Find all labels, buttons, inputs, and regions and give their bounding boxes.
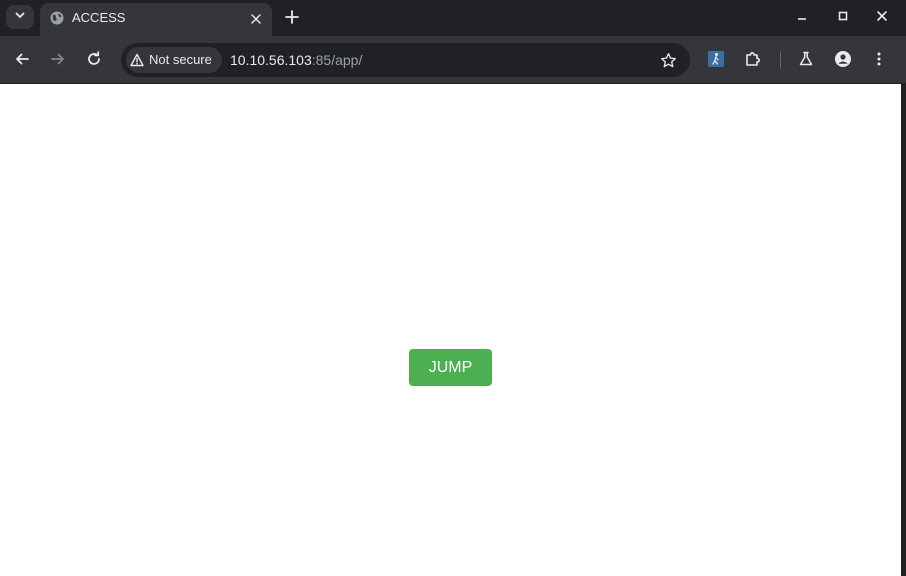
tab-title: ACCESS [72,10,126,25]
toolbar-divider [780,52,781,68]
forward-button[interactable] [46,47,70,71]
flask-icon [799,51,813,66]
tab-close-button[interactable] [246,9,266,29]
security-chip[interactable]: Not secure [126,47,222,73]
reload-button[interactable] [82,47,106,71]
close-icon [877,11,887,21]
person-icon [835,51,851,67]
minimize-button[interactable] [789,4,815,28]
page-viewport: JUMP [0,84,901,576]
window-right-edge [901,84,906,576]
extensions-button[interactable] [741,47,765,71]
menu-button[interactable] [867,47,891,71]
security-label: Not secure [149,52,212,67]
profile-button[interactable] [831,47,855,71]
new-tab-button[interactable] [281,6,303,28]
labs-button[interactable] [794,47,818,71]
address-bar[interactable]: Not secure 10.10.56.103:85/app/ [121,43,690,77]
window-close-button[interactable] [869,4,895,28]
walking-person-icon [708,51,724,67]
maximize-button[interactable] [830,4,856,28]
kebab-menu-icon [877,52,881,66]
extension-app-button[interactable] [704,47,728,71]
tab-strip: ACCESS [0,0,906,36]
browser-toolbar: Not secure 10.10.56.103:85/app/ [0,36,906,84]
star-icon [660,52,676,67]
maximize-icon [838,11,848,21]
warning-triangle-icon [130,53,144,67]
tab-active[interactable]: ACCESS [40,3,272,36]
bookmark-button[interactable] [658,50,678,70]
back-button[interactable] [10,47,34,71]
chevron-down-icon [14,8,26,26]
reload-icon [88,51,100,65]
puzzle-icon [746,52,760,66]
plus-icon [285,10,299,24]
jump-button[interactable]: JUMP [409,349,492,386]
url-host: 10.10.56.103 [230,52,312,68]
url-path: :85/app/ [311,52,363,68]
close-icon [251,14,261,24]
minimize-icon [798,18,806,20]
globe-icon [49,10,65,26]
back-arrow-icon [16,53,29,65]
tab-search-button[interactable] [6,5,34,29]
browser-window: ACCESS Not secure 10.10.56.103:85/app/ J… [0,0,906,576]
forward-arrow-icon [51,53,64,65]
url-text[interactable]: 10.10.56.103:85/app/ [230,51,362,69]
